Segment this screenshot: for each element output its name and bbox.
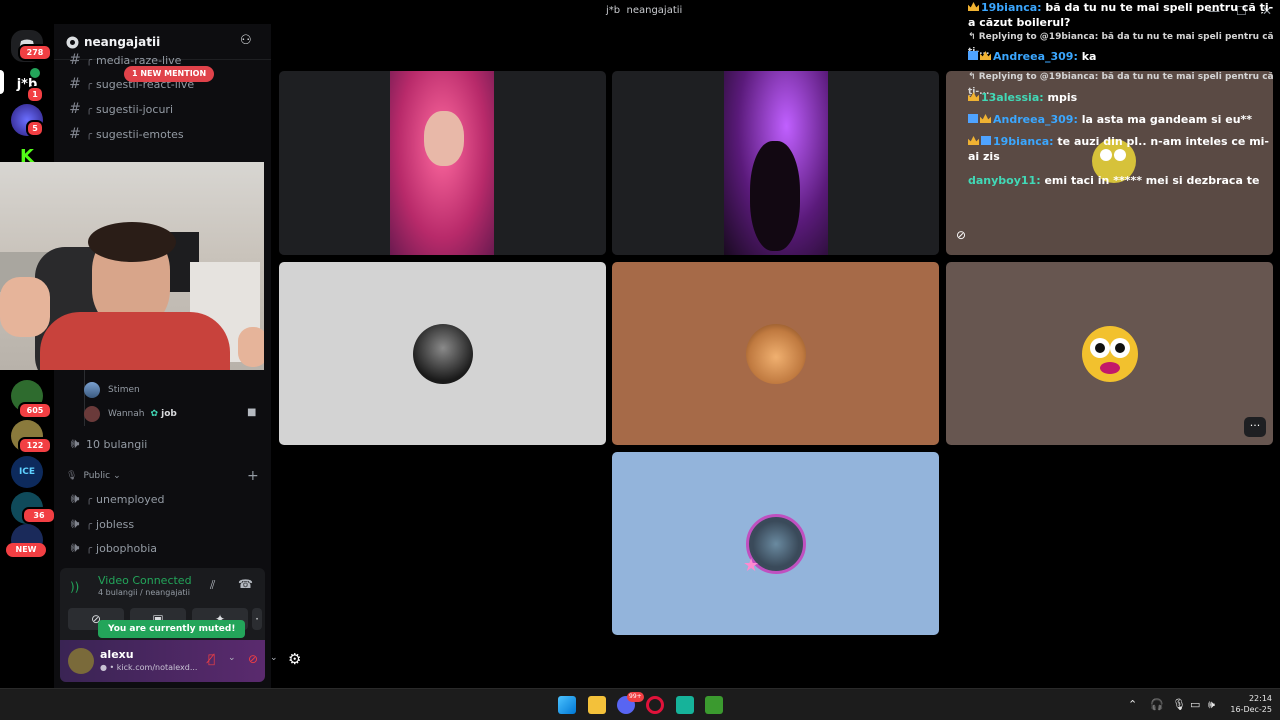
server-ice[interactable]: ICE <box>11 456 43 488</box>
speaker-icon: 🕪 <box>70 436 80 452</box>
video-tile-participant-6[interactable]: ··· <box>946 262 1273 445</box>
emote-avatar <box>1082 326 1138 382</box>
chat-message: Andreea_309: la asta ma gandeam si eu** <box>968 112 1274 127</box>
chat-message: 19bianca: te auzi din pl.. n-am inteles … <box>968 135 1269 163</box>
hash-icon: # <box>69 126 81 142</box>
new-mention-badge[interactable]: 1 NEW MENTION <box>124 66 215 82</box>
voice-dot-icon <box>30 68 40 78</box>
gear-icon[interactable]: ⚙ <box>288 650 301 668</box>
video-tile-participant-2[interactable] <box>612 71 939 255</box>
server-badge: 36 <box>22 507 56 524</box>
server-badge: 605 <box>18 402 52 419</box>
channel-sugestii-emotes[interactable]: # ╭ sugestii-emotes <box>64 124 184 144</box>
muted-tooltip: You are currently muted! <box>98 620 246 638</box>
phone-hangup-icon[interactable]: ☎ <box>238 577 253 591</box>
windows-start-icon[interactable] <box>558 696 576 714</box>
speaker-icon: 🕪 <box>70 516 80 532</box>
add-member-icon[interactable]: ⚇ <box>240 33 252 48</box>
voice-member[interactable]: Wannah ✿ job <box>84 406 177 422</box>
chat-message: 19bianca: bă da tu nu te mai speli pentr… <box>968 1 1274 29</box>
more-icon[interactable]: ··· <box>1244 417 1266 437</box>
home-badge: 278 <box>18 44 52 61</box>
noise-suppression-icon[interactable]: ⫽ <box>210 578 215 593</box>
speaker-icon: 🕪 <box>70 491 80 507</box>
chat-message: 13alessia: mpis <box>968 90 1274 105</box>
chevron-down-icon[interactable]: ⌄ <box>270 653 278 663</box>
soundboard-button[interactable]: · <box>252 608 262 630</box>
stream-chat-overlay: 19bianca: bă da tu nu te mai speli pentr… <box>968 0 1280 200</box>
soundboard-icon: · <box>255 612 259 626</box>
category-icon: 🎙 <box>66 471 78 481</box>
discord-badge: 99+ <box>627 692 644 702</box>
video-silhouette <box>750 141 800 251</box>
person-hair <box>88 222 176 262</box>
webcam-overlay <box>0 162 264 370</box>
chevron-down-icon: ⌄ <box>113 471 121 481</box>
chevron-down-icon: ⌄ <box>146 34 155 45</box>
signal-icon: )) <box>70 580 80 594</box>
camera-icon: ■ <box>247 407 257 418</box>
deafen-icon[interactable]: ⊘ <box>248 652 258 666</box>
avatar <box>84 406 100 422</box>
clock[interactable]: 22:14 16-Dec-25 <box>1226 693 1272 715</box>
new-badge: NEW <box>6 543 46 557</box>
video-face <box>424 111 464 166</box>
server-badge: 122 <box>18 437 52 454</box>
hash-icon: # <box>69 52 81 68</box>
voice-channel-10-bulangii[interactable]: 🕪 10 bulangii <box>64 434 148 454</box>
chat-message: Andreea_309: ka <box>968 49 1274 64</box>
member-tag: ✿ job <box>150 409 177 419</box>
person-hand <box>0 277 50 337</box>
windows-taskbar: 99+ ⌃ 🎧 🎙 ▭ 🕪 22:14 16-Dec-25 <box>0 688 1280 720</box>
username[interactable]: alexu <box>100 648 134 661</box>
voice-member[interactable]: Stimen <box>84 382 140 398</box>
hash-icon: # <box>69 101 81 117</box>
person-hand <box>238 327 264 367</box>
person-shirt <box>40 312 230 370</box>
video-tile-participant-4[interactable] <box>279 262 606 445</box>
chevron-down-icon[interactable]: ⌄ <box>228 653 236 663</box>
avatar <box>84 382 100 398</box>
window-title: j*b neangajatii <box>606 5 683 16</box>
active-server-pill <box>0 70 4 94</box>
video-tile-participant-5[interactable] <box>612 262 939 445</box>
speaker-icon: 🕪 <box>70 540 80 556</box>
server-boost-icon <box>66 36 79 49</box>
add-channel-icon[interactable]: + <box>247 468 259 484</box>
avatar[interactable] <box>68 648 94 674</box>
avatar <box>413 324 473 384</box>
network-icon[interactable]: ▭ <box>1190 698 1200 711</box>
voice-channel-jobless[interactable]: 🕪 ╭ jobless <box>64 514 135 534</box>
mic-muted-icon[interactable]: 🎙̸ <box>208 652 215 666</box>
app-icon[interactable] <box>676 696 694 714</box>
avatar <box>746 324 806 384</box>
folder-icon[interactable] <box>588 696 606 714</box>
user-panel: alexu ● • kick.com/notalexd... 🎙̸ ⌄ ⊘ ⌄ … <box>60 640 301 682</box>
custom-status: ● • kick.com/notalexd... <box>100 663 198 672</box>
video-tile-participant-1[interactable] <box>279 71 606 255</box>
minecraft-icon[interactable] <box>705 696 723 714</box>
video-tile-participant-7[interactable]: ★ <box>612 452 939 635</box>
category-public[interactable]: 🎙 Public ⌄ <box>66 471 121 481</box>
channel-sugestii-jocuri[interactable]: # ╭ sugestii-jocuri <box>64 99 173 119</box>
voice-status[interactable]: Video Connected <box>98 574 192 587</box>
server-badge: 1 <box>26 86 44 103</box>
voice-channel-unemployed[interactable]: 🕪 ╭ unemployed <box>64 489 165 509</box>
volume-icon[interactable]: 🕪 <box>1208 698 1215 712</box>
voice-channel-jobophobia[interactable]: 🕪 ╭ jobophobia <box>64 538 157 558</box>
video-off-icon[interactable]: ⊘ <box>956 228 966 242</box>
star-decoration-icon: ★ <box>743 555 760 576</box>
chat-message: danyboy11: emi taci in ***** mei si dezb… <box>968 174 1260 187</box>
mic-icon[interactable]: 🎙 <box>1172 698 1186 711</box>
discord-window: j*b neangajatii — ☐ ✕ 278 j*b 1 5 K 605 … <box>0 0 1280 688</box>
headset-icon[interactable]: 🎧 <box>1150 698 1164 711</box>
voice-location[interactable]: 4 bulangii / neangajatii <box>98 588 190 597</box>
hash-icon: # <box>69 76 81 92</box>
chevron-up-icon[interactable]: ⌃ <box>1128 698 1137 711</box>
server-badge: 5 <box>26 120 44 137</box>
opera-icon[interactable] <box>646 696 664 714</box>
